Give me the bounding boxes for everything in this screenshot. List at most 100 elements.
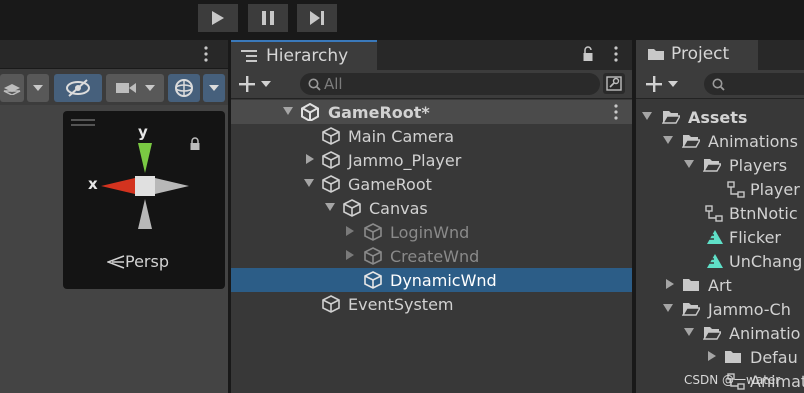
projection-label: Persp xyxy=(125,252,169,271)
project-item-btnnotic[interactable]: BtnNotic xyxy=(636,201,804,225)
hierarchy-item-label: EventSystem xyxy=(348,295,454,314)
orientation-gizmo[interactable]: y x Persp xyxy=(63,111,225,289)
gameobject-cube-icon xyxy=(364,271,382,289)
layers-button[interactable] xyxy=(0,74,24,102)
camera-settings-button[interactable] xyxy=(106,74,164,102)
hierarchy-item-main-camera[interactable]: Main Camera xyxy=(231,124,632,148)
project-item-flicker[interactable]: Flicker xyxy=(636,225,804,249)
chevron-down-icon xyxy=(145,85,155,91)
folder-icon xyxy=(683,279,699,291)
expand-arrow-icon[interactable] xyxy=(663,304,673,312)
chevron-down-icon xyxy=(33,85,43,91)
project-item-label: Art xyxy=(708,276,732,295)
project-item-animatio[interactable]: Animatio xyxy=(636,321,804,345)
x-axis-label: x xyxy=(88,175,98,193)
project-tab-strip xyxy=(758,40,804,70)
expand-arrow-icon[interactable] xyxy=(663,136,673,144)
list-icon xyxy=(241,50,257,62)
project-item-label: Players xyxy=(729,156,788,175)
hierarchy-item-gameroot[interactable]: GameRoot xyxy=(231,172,632,196)
project-item-label: Animations xyxy=(708,132,798,151)
project-tab-title: Project xyxy=(671,44,730,64)
gizmos-dropdown[interactable] xyxy=(203,74,225,102)
pause-button[interactable] xyxy=(248,4,288,32)
project-item-animations[interactable]: Animations xyxy=(636,129,804,153)
hierarchy-search-input[interactable]: All xyxy=(300,73,600,95)
lock-icon[interactable] xyxy=(582,46,594,62)
hierarchy-item-jammo-player[interactable]: Jammo_Player xyxy=(231,148,632,172)
project-search-input[interactable] xyxy=(704,73,804,95)
more-menu-icon[interactable] xyxy=(203,46,209,62)
chevron-down-icon xyxy=(261,81,271,87)
hierarchy-item-label: LoginWnd xyxy=(390,223,470,242)
more-menu-icon[interactable] xyxy=(613,46,619,62)
eye-hidden-icon xyxy=(66,79,90,97)
animator-controller-icon xyxy=(727,181,745,198)
step-button[interactable] xyxy=(297,4,337,32)
main-toolbar xyxy=(0,0,804,38)
animation-clip-icon xyxy=(707,230,723,244)
scene-visibility-toggle[interactable] xyxy=(54,74,102,102)
hierarchy-toolbar: All xyxy=(231,70,632,99)
project-item-art[interactable]: Art xyxy=(636,273,804,297)
scene-tab-bar xyxy=(0,40,228,69)
expand-arrow-icon[interactable] xyxy=(325,203,335,211)
project-item-unchang[interactable]: UnChang xyxy=(636,249,804,273)
play-button[interactable] xyxy=(198,4,238,32)
hierarchy-item-eventsystem[interactable]: EventSystem xyxy=(231,292,632,316)
watermark: CSDN @一water xyxy=(684,373,781,387)
expand-arrow-icon[interactable] xyxy=(642,112,652,120)
hierarchy-item-label: Jammo_Player xyxy=(348,151,462,170)
gizmo-icon xyxy=(175,79,193,97)
expand-arrow-icon[interactable] xyxy=(684,328,694,336)
expand-arrow-icon[interactable] xyxy=(708,351,716,361)
scene-header-row[interactable]: GameRoot* xyxy=(231,100,632,124)
search-placeholder: All xyxy=(324,75,343,93)
project-item-assets[interactable]: Assets xyxy=(636,105,804,129)
hierarchy-item-dynamicwnd[interactable]: DynamicWnd xyxy=(231,268,632,292)
open-folder-icon xyxy=(662,111,680,124)
project-item-defau[interactable]: Defau xyxy=(636,345,804,369)
open-folder-icon xyxy=(682,303,700,316)
open-folder-icon xyxy=(703,327,721,340)
project-tab[interactable]: Project xyxy=(636,40,758,70)
layers-dropdown[interactable] xyxy=(27,74,49,102)
hierarchy-item-loginwnd[interactable]: LoginWnd xyxy=(231,220,632,244)
hierarchy-tab[interactable]: Hierarchy xyxy=(231,40,377,70)
expand-arrow-icon[interactable] xyxy=(304,179,314,187)
chevron-down-icon xyxy=(209,85,219,91)
hierarchy-item-label: Canvas xyxy=(369,199,428,218)
search-icon xyxy=(712,78,725,91)
expand-arrow-icon[interactable] xyxy=(666,279,674,289)
expand-arrow-icon[interactable] xyxy=(346,226,354,236)
drag-handle-icon[interactable] xyxy=(71,119,95,127)
plus-icon xyxy=(239,76,255,92)
gameobject-cube-icon xyxy=(322,127,340,145)
expand-arrow-icon[interactable] xyxy=(283,107,293,115)
expand-arrow-icon[interactable] xyxy=(684,160,694,168)
project-item-label: Flicker xyxy=(729,228,782,247)
hierarchy-item-canvas[interactable]: Canvas xyxy=(231,196,632,220)
scene-search-button[interactable] xyxy=(603,73,625,94)
scene-toolbar xyxy=(0,69,228,105)
expand-arrow-icon[interactable] xyxy=(346,250,354,260)
animation-clip-icon xyxy=(707,254,723,268)
project-item-players[interactable]: Players xyxy=(636,153,804,177)
project-item-label: Player xyxy=(750,180,800,199)
project-toolbar xyxy=(636,70,804,99)
hierarchy-item-label: DynamicWnd xyxy=(390,271,497,290)
expand-arrow-icon[interactable] xyxy=(306,154,314,164)
project-item-player-controller[interactable]: Player xyxy=(636,177,804,201)
create-button[interactable] xyxy=(238,74,278,94)
create-asset-button[interactable] xyxy=(645,74,685,94)
project-item-jammo-ch[interactable]: Jammo-Ch xyxy=(636,297,804,321)
gizmos-button[interactable] xyxy=(168,74,200,102)
more-menu-icon[interactable] xyxy=(613,104,619,120)
step-icon xyxy=(310,11,324,25)
project-tree: Assets Animations Players Player BtnNoti… xyxy=(636,99,804,393)
play-icon xyxy=(212,11,224,25)
animator-controller-icon xyxy=(705,205,723,222)
hierarchy-item-createwnd[interactable]: CreateWnd xyxy=(231,244,632,268)
projection-toggle[interactable]: Persp xyxy=(107,252,169,271)
search-window-icon xyxy=(606,76,622,91)
